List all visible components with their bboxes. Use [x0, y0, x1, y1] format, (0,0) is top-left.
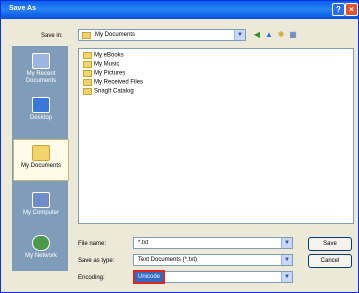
chevron-down-icon[interactable]: ▼ — [281, 255, 292, 265]
views-menu-icon[interactable]: ▦ — [288, 30, 298, 40]
place-label: My Recent Documents — [25, 71, 57, 84]
computer-icon — [32, 192, 50, 208]
place-my-documents[interactable]: My Documents — [13, 139, 69, 181]
file-name-label: File name: — [78, 241, 107, 247]
folder-icon — [83, 61, 92, 68]
encoding-dropdown[interactable]: Unicode ▼ — [132, 270, 293, 284]
list-item[interactable]: My Music — [83, 61, 119, 69]
place-desktop[interactable]: Desktop — [13, 97, 69, 122]
chevron-down-icon[interactable]: ▼ — [281, 272, 292, 282]
folder-icon — [83, 70, 92, 77]
save-in-value: My Documents — [95, 32, 136, 38]
help-button[interactable]: ? — [332, 3, 345, 16]
save-as-type-dropdown[interactable]: Text Documents (*.txt) ▼ — [133, 254, 293, 266]
file-name-input[interactable]: *.txt ▼ — [133, 237, 293, 249]
network-icon — [32, 235, 50, 251]
folder-icon — [83, 79, 92, 86]
folder-icon — [83, 52, 92, 59]
save-as-type-label: Save as type: — [78, 258, 115, 264]
new-folder-icon[interactable]: ✱ — [276, 30, 286, 40]
list-item[interactable]: My Pictures — [83, 70, 125, 78]
folder-icon — [82, 32, 91, 39]
place-my-computer[interactable]: My Computer — [13, 192, 69, 217]
save-button[interactable]: Save — [308, 237, 352, 251]
window-title: Save As — [9, 5, 36, 12]
save-as-dialog: Save As ? × Save in: My Documents ▼ ◀ ▲ … — [0, 0, 359, 293]
save-in-dropdown[interactable]: My Documents ▼ — [78, 29, 246, 41]
folder-icon — [32, 145, 50, 161]
desktop-icon — [32, 97, 50, 113]
encoding-label: Encoding: — [78, 275, 105, 281]
recent-documents-icon — [32, 53, 50, 69]
close-button[interactable]: × — [345, 3, 358, 16]
place-label: My Network — [25, 253, 57, 259]
title-bar: Save As ? × — [1, 1, 358, 19]
places-bar: My Recent Documents Desktop My Documents… — [12, 46, 69, 271]
list-item[interactable]: My eBooks — [83, 52, 124, 60]
chevron-down-icon[interactable]: ▼ — [234, 30, 245, 40]
file-name-value: *.txt — [138, 240, 149, 246]
save-in-label: Save in: — [41, 33, 63, 39]
back-icon[interactable]: ◀ — [252, 30, 262, 40]
up-folder-icon[interactable]: ▲ — [264, 30, 274, 40]
list-item[interactable]: SnagIt Catalog — [83, 88, 134, 96]
place-label: Desktop — [29, 115, 52, 121]
place-label: My Computer — [22, 210, 59, 216]
place-my-network[interactable]: My Network — [13, 235, 69, 260]
place-label: My Documents — [20, 163, 61, 169]
save-as-type-value: Text Documents (*.txt) — [138, 257, 198, 263]
chevron-down-icon[interactable]: ▼ — [281, 238, 292, 248]
encoding-value: Unicode — [132, 270, 166, 284]
folder-icon — [83, 88, 92, 95]
file-list[interactable]: My eBooks My Music My Pictures My Receiv… — [78, 48, 354, 224]
place-my-recent-documents[interactable]: My Recent Documents — [13, 53, 69, 85]
cancel-button[interactable]: Cancel — [308, 254, 352, 268]
list-item[interactable]: My Received Files — [83, 79, 143, 87]
